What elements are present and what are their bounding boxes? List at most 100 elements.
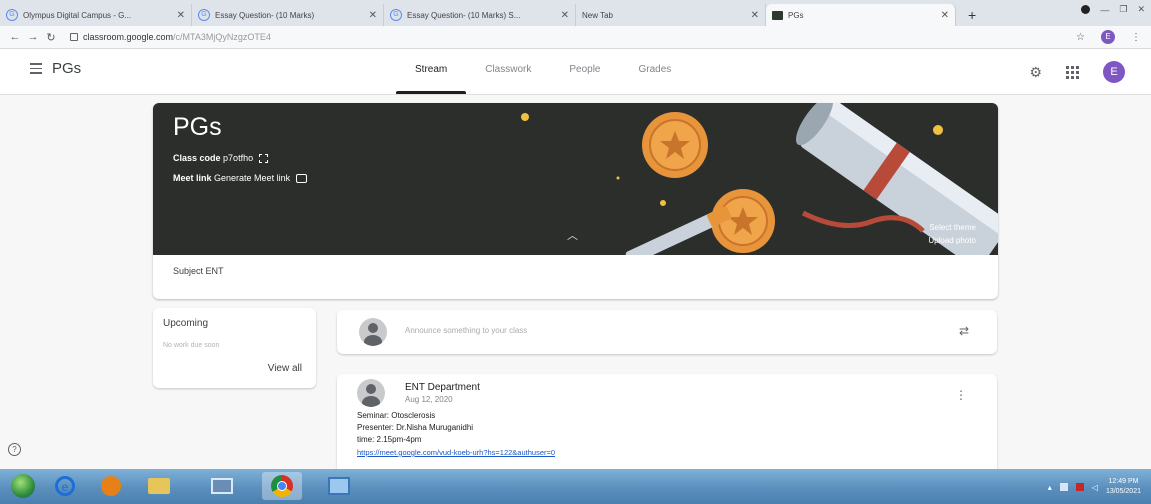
reuse-post-icon[interactable]: ⇄: [959, 324, 969, 338]
clock-time: 12:49 PM: [1108, 478, 1139, 485]
tab-title: Olympus Digital Campus - G...: [23, 10, 132, 20]
class-code-line: Class code p7otfho: [173, 153, 268, 164]
post-text-line: time: 2.15pm-4pm: [357, 435, 422, 444]
post-author: ENT Department: [405, 382, 480, 393]
google-favicon-icon: G: [390, 9, 402, 21]
chrome-icon: [271, 475, 293, 497]
classroom-favicon-icon: [772, 10, 783, 20]
announce-placeholder[interactable]: Announce something to your class: [405, 326, 527, 335]
system-tray: ▴ ◁ 12:49 PM 13/05/2021: [1048, 477, 1141, 497]
upcoming-status: No work due soon: [163, 342, 220, 349]
browser-tab[interactable]: G Essay Question- (10 Marks) ✕: [192, 4, 384, 26]
url-path: /c/MTA3MjQyNzgzOTE4: [173, 32, 271, 42]
upcoming-card: Upcoming No work due soon View all: [153, 308, 316, 388]
close-tab-icon[interactable]: ✕: [177, 10, 185, 21]
tab-people[interactable]: People: [550, 49, 619, 94]
help-icon[interactable]: ?: [8, 443, 21, 456]
class-code-value: p7otfho: [223, 153, 254, 163]
tab-title: PGs: [788, 10, 804, 20]
taskbar-chrome[interactable]: [262, 472, 302, 500]
class-code-label: Class code: [173, 153, 221, 163]
volume-icon[interactable]: ◁: [1092, 483, 1098, 492]
taskbar-media-player[interactable]: [94, 472, 128, 500]
browser-tab[interactable]: G Olympus Digital Campus - G... ✕: [0, 4, 192, 26]
network-icon[interactable]: [1059, 483, 1068, 491]
account-avatar[interactable]: E: [1103, 61, 1125, 83]
address-bar: ← → ↻ classroom.google.com/c/MTA3MjQyNzg…: [0, 26, 1151, 49]
close-tab-icon[interactable]: ✕: [751, 10, 759, 21]
meet-link-label: Meet link: [173, 173, 212, 183]
internet-explorer-icon: e: [55, 476, 75, 496]
author-avatar-icon: [357, 379, 385, 407]
google-apps-icon[interactable]: [1066, 65, 1079, 79]
class-name-title[interactable]: PGs: [52, 60, 81, 77]
close-tab-icon[interactable]: ✕: [561, 10, 569, 21]
post-options-icon[interactable]: ⋮: [955, 388, 967, 402]
browser-profile-avatar[interactable]: E: [1101, 30, 1115, 44]
upload-photo-link[interactable]: Upload photo: [928, 236, 976, 245]
window-controls: — ❐ ✕: [1081, 4, 1145, 15]
close-window-icon[interactable]: ✕: [1137, 4, 1145, 15]
url-host: classroom.google.com: [83, 32, 174, 42]
system-clock[interactable]: 12:49 PM 13/05/2021: [1106, 477, 1141, 497]
taskbar-explorer[interactable]: [142, 472, 176, 500]
announce-box[interactable]: Announce something to your class ⇄: [337, 310, 997, 354]
settings-gear-icon[interactable]: ⚙: [1029, 64, 1042, 81]
stream-page: PGs Class code p7otfho Meet link Generat…: [0, 95, 1151, 494]
forward-icon[interactable]: →: [24, 31, 42, 43]
class-banner-card: PGs Class code p7otfho Meet link Generat…: [153, 103, 998, 299]
reload-icon[interactable]: ↻: [42, 31, 60, 44]
url-field[interactable]: classroom.google.com/c/MTA3MjQyNzgzOTE4: [70, 32, 271, 42]
tray-expand-icon[interactable]: ▴: [1048, 483, 1052, 492]
tab-classwork[interactable]: Classwork: [466, 49, 550, 94]
generate-meet-link[interactable]: Generate Meet link: [214, 173, 290, 183]
class-banner: PGs Class code p7otfho Meet link Generat…: [153, 103, 998, 255]
browser-tab[interactable]: New Tab ✕: [576, 4, 766, 26]
start-button[interactable]: [6, 472, 40, 500]
browser-tab-strip: G Olympus Digital Campus - G... ✕ G Essa…: [0, 0, 1151, 26]
google-favicon-icon: G: [198, 9, 210, 21]
tab-title: Essay Question- (10 Marks) S...: [407, 10, 521, 20]
alert-flag-icon[interactable]: [1075, 483, 1084, 491]
browser-menu-icon[interactable]: ⋮: [1131, 32, 1141, 43]
post-text-line: Presenter: Dr.Nisha Muruganidhi: [357, 423, 474, 432]
class-subject: Subject ENT: [173, 266, 224, 276]
close-tab-icon[interactable]: ✕: [369, 10, 377, 21]
upcoming-title: Upcoming: [163, 318, 209, 329]
chevron-up-icon[interactable]: ︿: [567, 227, 578, 243]
remote-desktop-icon: [211, 478, 233, 494]
windows-start-icon: [11, 474, 35, 498]
minimize-icon[interactable]: —: [1100, 5, 1109, 15]
browser-tab[interactable]: G Essay Question- (10 Marks) S... ✕: [384, 4, 576, 26]
user-avatar-icon: [359, 318, 387, 346]
classroom-header: PGs Stream Classwork People Grades ⚙ E: [0, 49, 1151, 95]
record-icon[interactable]: [1081, 5, 1091, 14]
back-icon[interactable]: ←: [6, 31, 24, 43]
tab-title: New Tab: [582, 10, 613, 20]
post-date: Aug 12, 2020: [405, 395, 453, 404]
lock-icon: [70, 33, 78, 41]
view-all-link[interactable]: View all: [268, 363, 302, 374]
browser-tab-active[interactable]: PGs ✕: [766, 4, 956, 26]
tab-stream[interactable]: Stream: [396, 49, 467, 94]
hamburger-menu-icon[interactable]: [30, 63, 42, 77]
meet-link-line: Meet link Generate Meet link: [173, 173, 307, 184]
media-player-icon: [101, 476, 121, 496]
taskbar-remote-desktop[interactable]: [205, 472, 239, 500]
video-camera-icon[interactable]: [295, 174, 307, 184]
meet-url-link[interactable]: https://meet.google.com/vud-koeb-urh?hs=…: [357, 448, 555, 457]
taskbar-paint[interactable]: [322, 472, 356, 500]
post-text-line: Seminar: Otosclerosis: [357, 411, 436, 420]
fullscreen-code-icon[interactable]: [258, 154, 268, 164]
tab-grades[interactable]: Grades: [620, 49, 691, 94]
select-theme-link[interactable]: Select theme: [929, 223, 976, 232]
class-nav-tabs: Stream Classwork People Grades: [396, 49, 690, 94]
restore-icon[interactable]: ❐: [1119, 4, 1127, 15]
tab-title: Essay Question- (10 Marks): [215, 10, 315, 20]
new-tab-button[interactable]: +: [956, 4, 988, 26]
banner-class-title: PGs: [173, 113, 222, 141]
folder-icon: [148, 478, 170, 494]
close-tab-icon[interactable]: ✕: [941, 10, 949, 21]
taskbar-internet-explorer[interactable]: e: [48, 472, 82, 500]
bookmark-star-icon[interactable]: ☆: [1076, 32, 1085, 43]
